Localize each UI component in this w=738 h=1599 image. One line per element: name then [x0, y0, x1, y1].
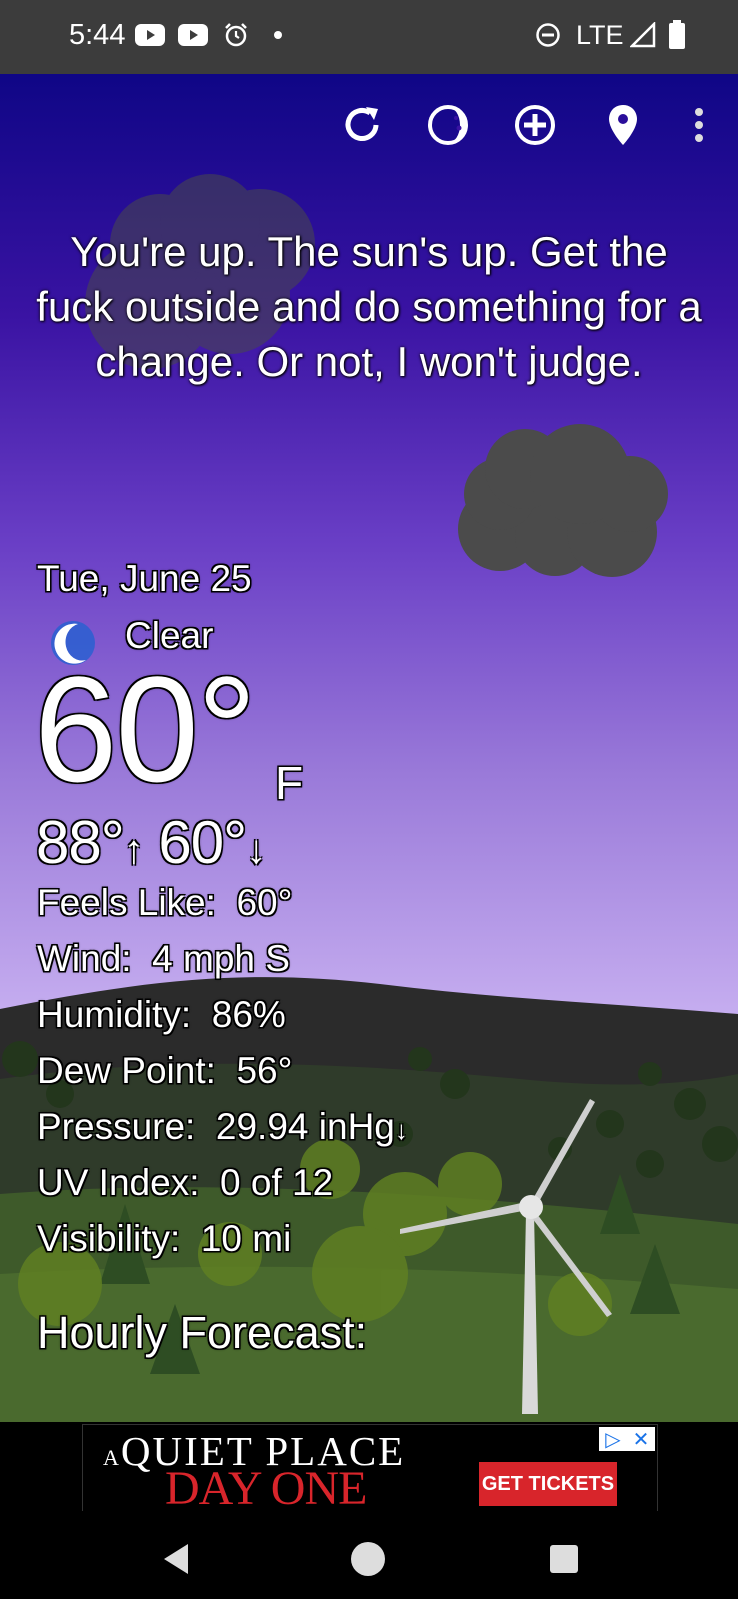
do-not-disturb-icon — [535, 18, 561, 52]
pressure-row: Pressure: 29.94 inHg↓ — [37, 1106, 408, 1148]
date-label: Tue, June 25 — [37, 558, 252, 599]
uv-index-row: UV Index: 0 of 12 — [37, 1162, 333, 1204]
network-type: LTE — [576, 20, 624, 50]
detail-label: UV Index: — [37, 1162, 200, 1203]
detail-value: 4 mph S — [152, 938, 290, 979]
cloud-right — [458, 424, 668, 577]
location-pin-icon[interactable] — [600, 102, 646, 148]
detail-value: 29.94 inHg — [215, 1106, 395, 1147]
high-low-temperatures: 88°↑ 60°↓ — [36, 808, 266, 877]
detail-value: 60° — [236, 882, 293, 923]
detail-value: 0 of 12 — [220, 1162, 334, 1203]
close-icon[interactable]: ✕ — [627, 1427, 655, 1451]
feels-like-row: Feels Like: 60° — [37, 882, 292, 924]
adchoices-icon[interactable]: ▷ — [599, 1427, 627, 1451]
status-time: 5:44 — [69, 19, 126, 51]
hourly-forecast-heading: Hourly Forecast: — [37, 1307, 368, 1358]
temperature-unit: F — [275, 757, 304, 809]
detail-value: 10 mi — [200, 1218, 292, 1259]
arrow-up-icon: ↑ — [123, 828, 144, 872]
alarm-icon — [223, 18, 249, 52]
navigation-bar — [0, 1511, 738, 1599]
low-temperature: 60° — [158, 809, 247, 876]
ad-banner[interactable]: AQUIET PLACE DAY ONE GET TICKETS ▷ ✕ — [82, 1424, 658, 1515]
ad-choices[interactable]: ▷ ✕ — [599, 1427, 655, 1451]
more-vert-icon[interactable] — [676, 102, 722, 148]
dot-icon — [273, 18, 283, 52]
detail-label: Humidity: — [37, 994, 192, 1035]
signal-icon — [630, 18, 656, 52]
motivational-quote: You're up. The sun's up. Get the fuck ou… — [36, 228, 702, 385]
detail-value: 56° — [236, 1050, 293, 1091]
pressure-trend-icon: ↓ — [394, 1115, 408, 1145]
youtube-icon — [135, 18, 165, 52]
status-bar: 5:44 LTE — [0, 0, 738, 74]
detail-label: Dew Point: — [37, 1050, 216, 1091]
current-temperature: 60° — [34, 645, 257, 813]
detail-label: Wind: — [37, 938, 132, 979]
detail-value: 86% — [211, 994, 286, 1035]
high-temperature: 88° — [36, 809, 125, 876]
battery-icon — [668, 18, 686, 52]
ad-title-line2: DAY ONE — [165, 1462, 367, 1515]
refresh-icon[interactable] — [339, 102, 385, 148]
home-icon[interactable] — [348, 1539, 388, 1579]
detail-label: Feels Like: — [37, 882, 216, 923]
back-icon[interactable] — [156, 1539, 196, 1579]
recents-icon[interactable] — [544, 1539, 584, 1579]
humidity-row: Humidity: 86% — [37, 994, 286, 1036]
add-location-icon[interactable] — [512, 102, 558, 148]
get-tickets-button[interactable]: GET TICKETS — [479, 1462, 617, 1506]
visibility-row: Visibility: 10 mi — [37, 1218, 291, 1260]
detail-label: Visibility: — [37, 1218, 181, 1259]
weather-main[interactable]: You're up. The sun's up. Get the fuck ou… — [0, 74, 738, 1422]
detail-label: Pressure: — [37, 1106, 196, 1147]
moon-phase-icon[interactable] — [425, 102, 471, 148]
dew-point-row: Dew Point: 56° — [37, 1050, 292, 1092]
arrow-down-icon: ↓ — [246, 828, 266, 872]
wind-row: Wind: 4 mph S — [37, 938, 290, 980]
youtube-icon — [178, 18, 208, 52]
